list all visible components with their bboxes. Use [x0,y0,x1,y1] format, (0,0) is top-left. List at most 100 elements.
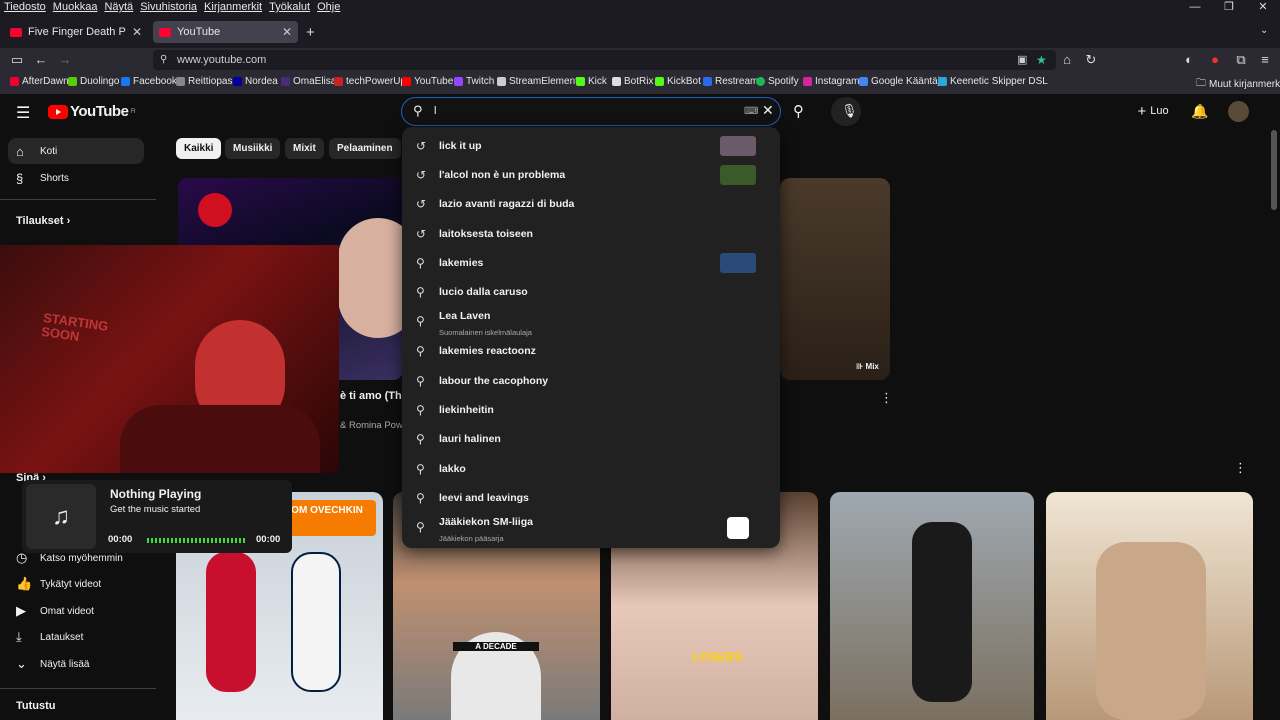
menu-bookmarks[interactable]: Kirjanmerkit [200,0,265,13]
restore-icon[interactable]: ❐ [1212,0,1246,13]
minimize-icon[interactable]: — [1178,1,1212,13]
close-tab-icon[interactable]: ✕ [282,25,292,39]
suggestion-item[interactable]: ⚲ Jääkiekon SM-liiga Jääkiekon pääsarja [402,513,780,543]
menu-file[interactable]: Tiedosto [0,0,49,13]
bookmark-item[interactable]: Keenetic Skipper DSL [938,76,1048,87]
suggestion-item[interactable]: ⚲ leevi and leavings [402,484,780,513]
youtube-logo[interactable]: YouTube FI [48,103,135,120]
create-button[interactable]: + Luo [1128,99,1178,123]
suggestion-item[interactable]: ⚲ lauri halinen [402,425,780,454]
home-icon[interactable]: ⌂ [1058,52,1076,68]
suggestion-item[interactable]: ↺ l'alcol non è un problema [402,161,780,190]
tab-five-finger[interactable]: Five Finger Death Punch - Wro ✕ [4,21,148,43]
sidebar-item-your-videos[interactable]: ▶ Omat videot [8,598,144,624]
suggestion-item[interactable]: ⚲ lakko [402,455,780,484]
subscriptions-heading[interactable]: Tilaukset › [16,215,70,227]
search-button[interactable]: ⚲ [781,97,821,126]
hockey-player [291,552,341,692]
menu-view[interactable]: Näytä [100,0,136,13]
search-input[interactable]: l [434,105,436,117]
tab-list-icon[interactable]: ⌄ [1260,25,1268,36]
bookmark-item[interactable]: OmaElisa [281,76,336,87]
suggestion-item[interactable]: ⚲ liekinheitin [402,396,780,425]
notifications-bell-icon[interactable]: 🔔 [1191,103,1208,120]
bookmark-item[interactable]: YouTube [402,76,453,87]
bookmark-item[interactable]: AfterDawn [10,76,69,87]
suggestion-item[interactable]: ⚲ lakemies reactoonz [402,337,780,366]
site-info-icon[interactable]: ⚲ [160,50,167,70]
app-menu-icon[interactable]: ≡ [1256,52,1274,68]
close-window-icon[interactable]: ✕ [1246,0,1280,13]
other-bookmarks[interactable]: 🗀 Muut kirjanmerkit [1196,76,1280,93]
sidebar-item-shorts[interactable]: § Shorts [8,165,144,191]
reload-icon[interactable]: ↻ [1082,52,1100,68]
suggestion-item[interactable]: ⚲ labour the cacophony [402,367,780,396]
suggestion-text: lakemies reactoonz [439,345,536,357]
bookmark-item[interactable]: Reittiopas [176,76,232,87]
extension-badge-icon[interactable]: ● [1206,52,1224,68]
keyboard-icon[interactable]: ⌨ [744,106,758,117]
hamburger-menu-icon[interactable]: ☰ [16,103,30,123]
bookmark-item[interactable]: Nordea [233,76,278,87]
sidebar-item-downloads[interactable]: ⤓ Lataukset [8,624,144,650]
sidebar-item-show-more[interactable]: ⌄ Näytä lisää [8,651,144,677]
menu-history[interactable]: Sivuhistoria [136,0,200,13]
bookmark-item[interactable]: Facebook [121,76,177,87]
sidebar-item-liked[interactable]: 👍 Tykätyt videot [8,571,144,597]
chip-mixes[interactable]: Mixit [285,138,324,159]
bookmark-item[interactable]: BotRix [612,76,653,87]
close-tab-icon[interactable]: ✕ [132,25,142,39]
page-scrollbar[interactable] [1271,130,1277,210]
video-thumbnail[interactable]: ⊪ Mix [780,178,890,380]
suggestion-item[interactable]: ↺ laitoksesta toiseen [402,220,780,249]
bookmark-item[interactable]: techPowerUp [334,76,406,87]
bookmark-item[interactable]: Twitch [454,76,494,87]
search-box[interactable]: ⚲ l ⌨ ✕ [401,97,781,126]
extensions-icon[interactable]: ⧉ [1232,52,1250,68]
voice-search-button[interactable]: 🎙 [831,97,861,126]
forward-icon[interactable]: → [56,52,74,68]
bookmark-item[interactable]: StreamElements [497,76,583,87]
suggestion-item[interactable]: ↺ lick it up [402,132,780,161]
short-thumbnail[interactable] [830,492,1034,720]
bookmark-item[interactable]: KickBot [655,76,701,87]
sidebar-toggle-icon[interactable]: ▭ [8,52,26,68]
sidebar-item-home[interactable]: ⌂ Koti [8,138,144,164]
player-subtitle: Get the music started [110,504,201,515]
bookmark-item[interactable]: Spotify [756,76,799,87]
back-icon[interactable]: ← [32,52,50,68]
stage-light [198,193,232,227]
menu-tools[interactable]: Työkalut [265,0,313,13]
video-channel[interactable]: & Romina Powe [340,420,408,431]
suggestion-item[interactable]: ⚲ Lea Laven Suomalainen iskelmälaulaja [402,307,780,337]
url-bar[interactable]: ⚲ www.youtube.com ▣ ★ [153,50,1056,70]
bookmark-item[interactable]: Instagram [803,76,859,87]
bookmark-item[interactable]: Duolingo [68,76,119,87]
bookmark-item[interactable]: Restream [703,76,758,87]
chip-gaming[interactable]: Pelaaminen [329,138,401,159]
short-thumbnail[interactable] [1046,492,1253,720]
suggestion-item[interactable]: ⚲ lakemies [402,249,780,278]
suggestion-item[interactable]: ⚲ lucio dalla caruso [402,278,780,307]
bookmark-star-icon[interactable]: ★ [1036,50,1047,70]
play-box-icon: ▶ [16,603,26,618]
bookmark-item[interactable]: Google Kääntäjä [859,76,946,87]
search-icon: ⚲ [416,432,425,446]
singer-face [338,218,403,338]
more-options-icon[interactable]: ⋮ [1234,460,1247,476]
short-caption: LOSERS [693,650,743,664]
extension-dark-icon[interactable]: ◐ [1180,52,1198,68]
bookmark-item[interactable]: Kick [576,76,607,87]
clear-search-icon[interactable]: ✕ [762,102,774,119]
navigation-bar: ▭ ← → ⚲ www.youtube.com ▣ ★ ⌂ ↻ ◐ ● ⧉ ≡ [0,48,1280,72]
tab-youtube[interactable]: YouTube ✕ [153,21,298,43]
menu-edit[interactable]: Muokkaa [49,0,101,13]
more-options-icon[interactable]: ⋮ [880,390,893,406]
suggestion-item[interactable]: ↺ lazio avanti ragazzi di buda [402,190,780,219]
menu-help[interactable]: Ohje [313,0,343,13]
new-tab-icon[interactable]: + [306,24,315,41]
reader-view-icon[interactable]: ▣ [1017,50,1027,70]
chip-all[interactable]: Kaikki [176,138,222,159]
chip-music[interactable]: Musiikki [225,138,281,159]
avatar[interactable] [1228,101,1249,122]
